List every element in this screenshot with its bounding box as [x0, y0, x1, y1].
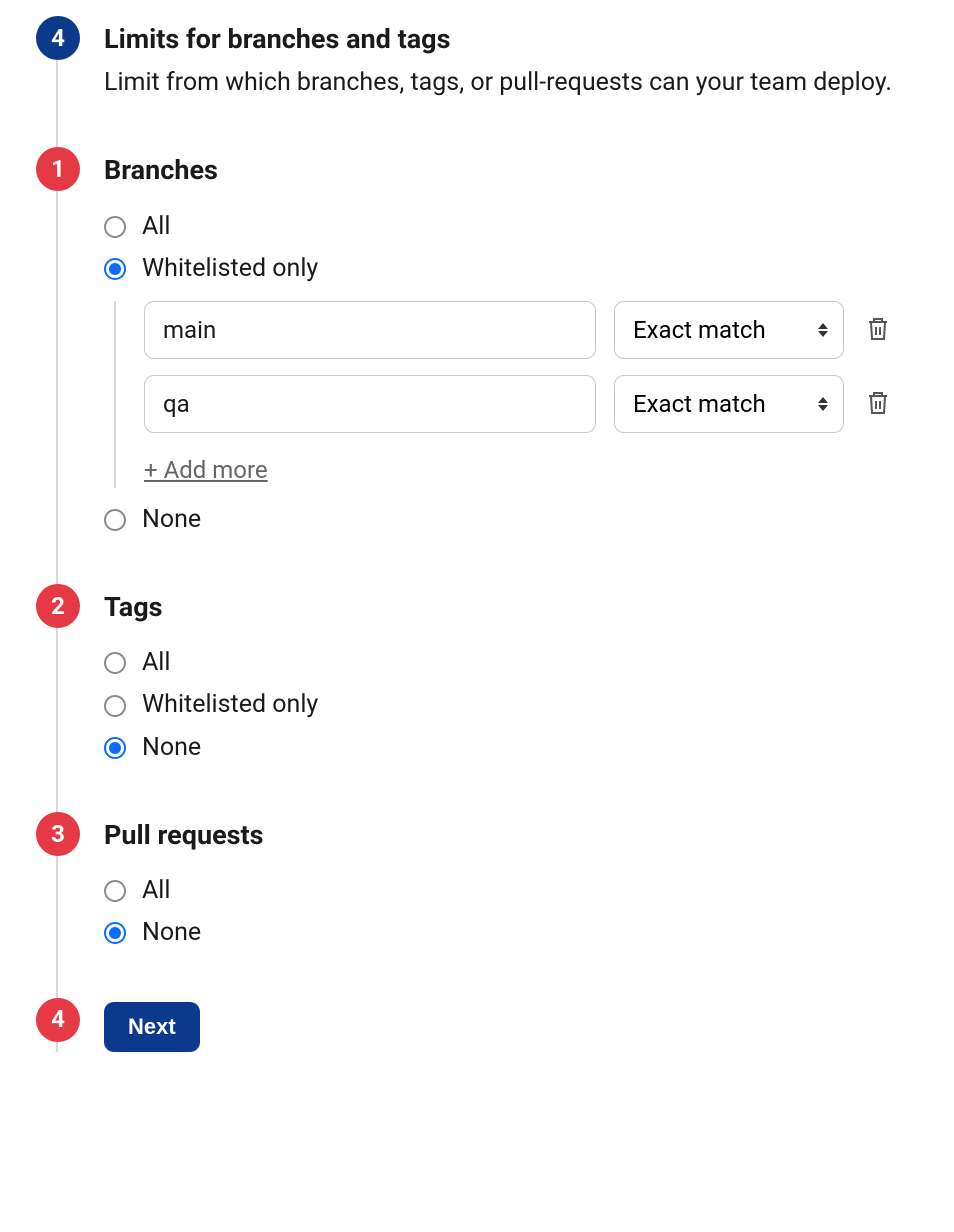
pr-radio-all[interactable]: All [104, 873, 924, 909]
tags-heading: Tags [104, 588, 924, 627]
step-badge-2: 2 [36, 584, 80, 628]
radio-label: None [142, 915, 201, 951]
radio-icon [104, 922, 126, 944]
match-type-select-wrap: Exact match [614, 375, 844, 433]
radio-label: None [142, 730, 201, 766]
radio-icon [104, 880, 126, 902]
radio-icon [104, 509, 126, 531]
step-tags: 2 Tags All Whitelisted only None [58, 588, 924, 766]
step-badge-4b: 4 [36, 998, 80, 1042]
match-type-select[interactable]: Exact match [614, 375, 844, 433]
radio-label: All [142, 209, 170, 245]
radio-label: None [142, 502, 201, 538]
pr-radio-none[interactable]: None [104, 915, 924, 951]
branches-whitelist: Exact match [114, 301, 924, 488]
step-badge-3: 3 [36, 812, 80, 856]
branches-radio-whitelisted[interactable]: Whitelisted only [104, 251, 924, 287]
step-pull-requests: 3 Pull requests All None [58, 816, 924, 952]
branches-heading: Branches [104, 151, 924, 190]
step-next: 4 Next [58, 1002, 924, 1052]
radio-label: Whitelisted only [142, 251, 318, 287]
branch-name-input[interactable] [144, 301, 596, 359]
trash-icon [866, 390, 890, 419]
match-type-select-wrap: Exact match [614, 301, 844, 359]
delete-row-button[interactable] [862, 312, 894, 349]
trash-icon [866, 316, 890, 345]
branch-name-input[interactable] [144, 375, 596, 433]
step-title: Limits for branches and tags [104, 20, 924, 59]
step-description: Limit from which branches, tags, or pull… [104, 65, 914, 101]
branches-radio-all[interactable]: All [104, 209, 924, 245]
whitelist-row: Exact match [144, 375, 924, 433]
step-branches: 1 Branches All Whitelisted only Exact ma… [58, 151, 924, 538]
radio-icon [104, 258, 126, 280]
step-badge-1: 1 [36, 147, 80, 191]
branches-radio-none[interactable]: None [104, 502, 924, 538]
tags-radio-whitelisted[interactable]: Whitelisted only [104, 687, 924, 723]
step-limits-header: 4 Limits for branches and tags Limit fro… [58, 20, 924, 101]
whitelist-row: Exact match [144, 301, 924, 359]
tags-radio-all[interactable]: All [104, 645, 924, 681]
radio-icon [104, 695, 126, 717]
radio-label: Whitelisted only [142, 687, 318, 723]
next-button[interactable]: Next [104, 1002, 200, 1052]
step-badge-4: 4 [36, 16, 80, 60]
pull-requests-heading: Pull requests [104, 816, 924, 855]
add-more-link[interactable]: + Add more [144, 453, 268, 488]
radio-icon [104, 652, 126, 674]
tags-radio-none[interactable]: None [104, 730, 924, 766]
radio-icon [104, 737, 126, 759]
delete-row-button[interactable] [862, 386, 894, 423]
match-type-select[interactable]: Exact match [614, 301, 844, 359]
radio-icon [104, 216, 126, 238]
radio-label: All [142, 873, 170, 909]
radio-label: All [142, 645, 170, 681]
